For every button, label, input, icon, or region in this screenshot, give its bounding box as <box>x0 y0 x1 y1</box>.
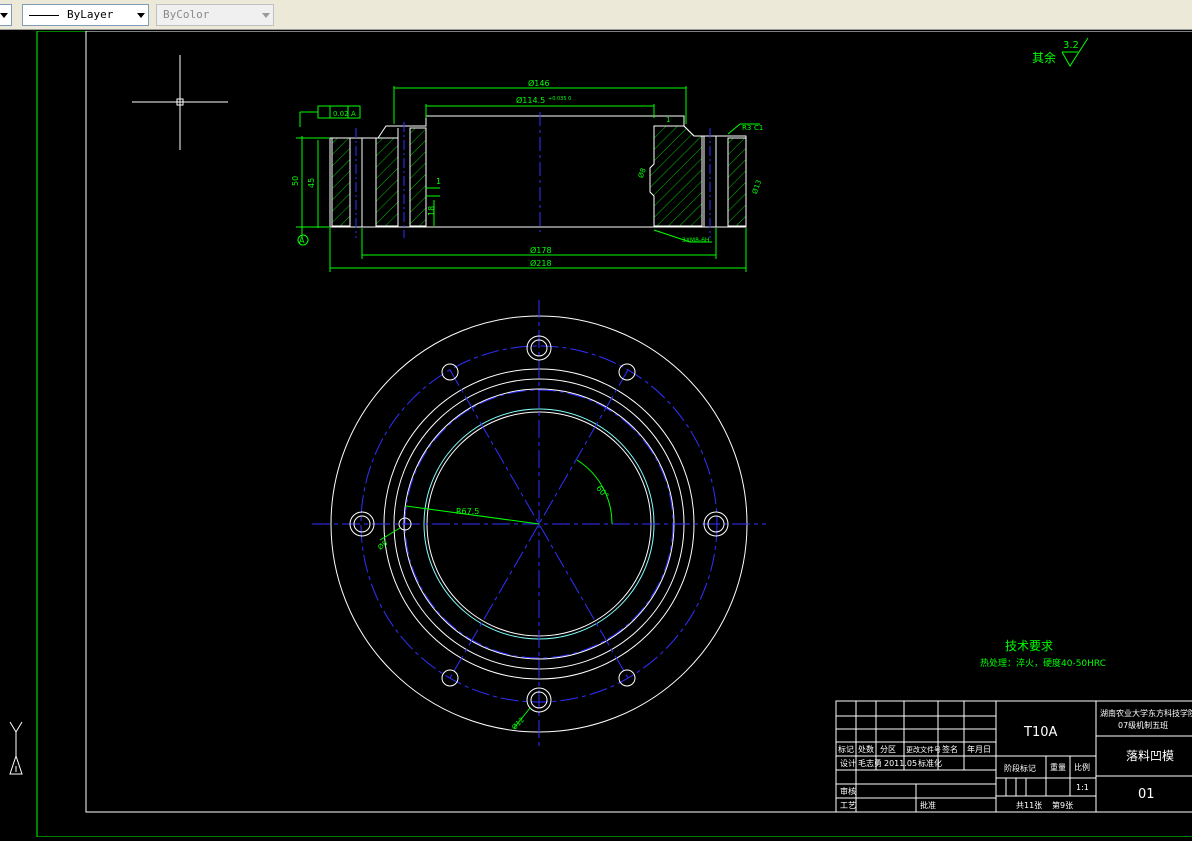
svg-text:比例: 比例 <box>1074 762 1090 772</box>
svg-text:年月日: 年月日 <box>967 744 991 754</box>
school-line2: 07级机制五班 <box>1118 720 1168 730</box>
svg-text:1:1: 1:1 <box>1076 783 1089 792</box>
line-sample-icon <box>29 15 59 16</box>
dim-side-1: Ø8 <box>637 167 648 179</box>
dim-side-2: Ø13 <box>751 179 763 195</box>
svg-text:第9张: 第9张 <box>1052 800 1073 810</box>
svg-text:毛志勇: 毛志勇 <box>858 758 882 768</box>
plotstyle-dropdown[interactable]: ByColor <box>156 4 274 26</box>
datum-label: A <box>299 236 305 245</box>
dim-bottom-outer: Ø218 <box>530 258 552 268</box>
crosshair-cursor <box>132 55 228 150</box>
plan-view[interactable]: R67.5 60° Ø8 Ø12 <box>312 300 766 748</box>
svg-text:签名: 签名 <box>942 744 958 754</box>
dim-bottom-right: 3XM8-6H <box>682 237 709 244</box>
svg-text:处数: 处数 <box>858 744 874 754</box>
linetype-value: ByLayer <box>67 8 114 21</box>
svg-text:更改文件号: 更改文件号 <box>906 745 941 754</box>
chevron-down-icon <box>262 13 270 18</box>
layer-dropdown[interactable] <box>0 4 12 26</box>
svg-text:分区: 分区 <box>880 745 896 754</box>
part-name: 落料凹模 <box>1126 749 1174 763</box>
svg-text:2011.05: 2011.05 <box>884 759 917 768</box>
ucs-icon <box>9 721 23 775</box>
plotstyle-value: ByColor <box>163 8 210 21</box>
tech-text: 热处理：淬火，硬度40-50HRC <box>980 657 1106 669</box>
drawing-svg[interactable]: 其余 3.2 Ø146 Ø114.5 +0.035 0 Ø218 Ø178 50… <box>0 30 1192 838</box>
svg-text:设计: 设计 <box>840 758 856 768</box>
svg-text:标准化: 标准化 <box>918 758 942 768</box>
dim-height-inner: 45 <box>307 178 316 188</box>
school-line1: 湖南农业大学东方科技学院 <box>1100 708 1192 718</box>
svg-text:标记: 标记 <box>838 744 854 754</box>
dim-top-outer: Ø146 <box>528 78 550 88</box>
drawing-no: 01 <box>1138 787 1155 802</box>
dim-height-total: 50 <box>291 176 300 186</box>
dim-radius: R67.5 <box>456 507 479 516</box>
dim-step-1: 1 <box>436 177 441 186</box>
dim-top-inner-tol: +0.035 0 <box>548 96 571 102</box>
dim-hole-bottom: Ø12 <box>510 716 526 732</box>
linetype-dropdown[interactable]: ByLayer <box>22 4 149 26</box>
svg-text:共11张: 共11张 <box>1016 801 1042 810</box>
dim-bottom-inner: Ø178 <box>530 245 552 255</box>
title-block-text: T10A 湖南农业大学东方科技学院 07级机制五班 落料凹模 01 标记 处数 … <box>838 708 1192 810</box>
drawing-canvas[interactable]: 其余 3.2 Ø146 Ø114.5 +0.035 0 Ø218 Ø178 50… <box>0 30 1192 838</box>
svg-text:批准: 批准 <box>920 800 936 810</box>
chevron-down-icon <box>137 13 145 18</box>
svg-text:重量: 重量 <box>1050 762 1066 772</box>
tol-datum: A <box>351 110 356 118</box>
dim-chamfer-1: 1 <box>666 116 670 124</box>
svg-text:其余: 其余 <box>1032 50 1056 65</box>
dim-hole-left: Ø8 <box>376 539 389 552</box>
roughness-symbol: 其余 3.2 <box>1032 37 1089 67</box>
dim-top-inner: Ø114.5 <box>516 95 545 105</box>
svg-text:审核: 审核 <box>840 786 856 796</box>
svg-text:3.2: 3.2 <box>1063 40 1079 51</box>
svg-text:工艺: 工艺 <box>840 801 856 810</box>
material: T10A <box>1023 725 1057 740</box>
tol-flatness: 0.02 <box>333 110 349 118</box>
dim-step-18: 18 <box>427 206 436 216</box>
chevron-down-icon <box>0 13 8 18</box>
dim-chamfer-r: R3 <box>742 124 751 132</box>
outer-frame <box>36 30 1192 838</box>
tech-title: 技术要求 <box>1005 639 1053 653</box>
dim-chamfer-2: C1 <box>754 124 763 132</box>
section-view[interactable]: Ø146 Ø114.5 +0.035 0 Ø218 Ø178 50 45 1 1… <box>291 78 763 272</box>
svg-text:阶段标记: 阶段标记 <box>1004 763 1036 773</box>
properties-toolbar: ByLayer ByColor <box>0 0 1192 30</box>
inner-frame <box>85 30 1192 813</box>
